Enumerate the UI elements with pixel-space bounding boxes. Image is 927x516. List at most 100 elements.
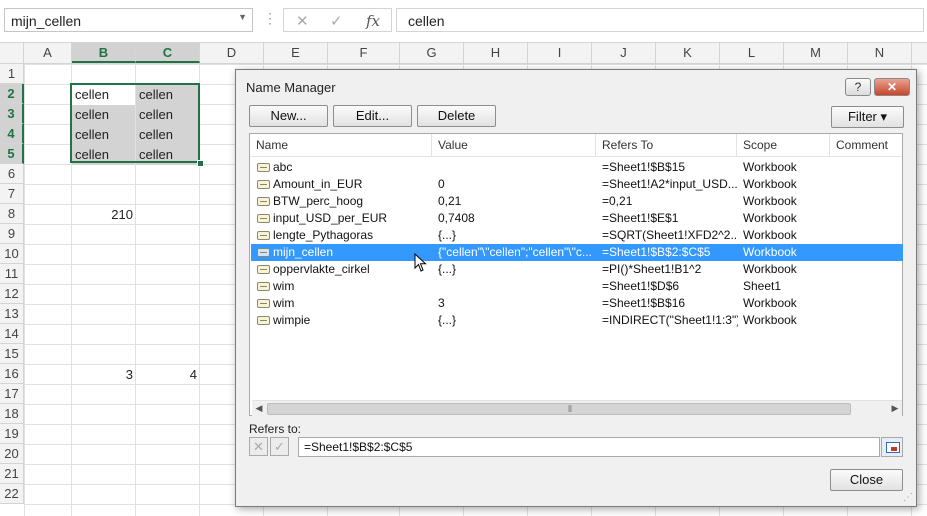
column-header-f[interactable]: F <box>328 43 400 63</box>
select-all-corner[interactable] <box>0 43 24 63</box>
column-header-a[interactable]: A <box>24 43 72 63</box>
column-header-d[interactable]: D <box>200 43 264 63</box>
column-header-b[interactable]: B <box>72 43 136 63</box>
row-value: {"cellen"\"cellen";"cellen"\"c... <box>438 245 592 259</box>
column-header-k[interactable]: K <box>656 43 720 63</box>
row-header-13[interactable]: 13 <box>0 304 24 324</box>
row-header-15[interactable]: 15 <box>0 344 24 364</box>
row-header-12[interactable]: 12 <box>0 284 24 304</box>
list-item[interactable]: input_USD_per_EUR 0,7408 =Sheet1!$E$1 Wo… <box>251 210 903 227</box>
column-header-l[interactable]: L <box>720 43 784 63</box>
vertical-dots-icon[interactable]: ⋮ <box>263 10 277 27</box>
column-header-scope[interactable]: Scope <box>737 134 830 156</box>
horizontal-scrollbar[interactable]: ◀ ⦀ ▶ <box>252 400 902 416</box>
row-name: wim <box>273 296 295 310</box>
column-header-n[interactable]: N <box>848 43 912 63</box>
column-header-g[interactable]: G <box>400 43 464 63</box>
new-button[interactable]: New... <box>249 105 328 127</box>
formula-input[interactable]: cellen <box>396 8 924 32</box>
row-refers-to: =SQRT(Sheet1!XFD2^2... <box>602 228 738 242</box>
column-headers: A B C D E F G H I J K L M N <box>0 43 927 64</box>
names-list[interactable]: Name Value Refers To Scope Comment abc =… <box>249 133 903 416</box>
list-item[interactable]: oppervlakte_cirkel {...} =PI()*Sheet1!B1… <box>251 261 903 278</box>
scroll-left-icon[interactable]: ◀ <box>252 401 266 416</box>
row-name: BTW_perc_hoog <box>273 194 364 208</box>
row-header-9[interactable]: 9 <box>0 224 24 244</box>
row-value: {...} <box>438 313 457 327</box>
list-item[interactable]: abc =Sheet1!$B$15 Workbook <box>251 159 903 176</box>
row-refers-to: =Sheet1!$B$15 <box>602 160 686 174</box>
row-header-10[interactable]: 10 <box>0 244 24 264</box>
row-name: wimpie <box>273 313 311 327</box>
delete-button[interactable]: Delete <box>417 105 496 127</box>
confirm-edit-icon[interactable]: ✓ <box>270 437 289 456</box>
cell-b16[interactable]: 3 <box>72 365 136 385</box>
row-header-19[interactable]: 19 <box>0 424 24 444</box>
row-scope: Workbook <box>743 313 797 327</box>
row-header-16[interactable]: 16 <box>0 364 24 384</box>
cancel-icon[interactable]: ✕ <box>296 12 309 30</box>
row-header-7[interactable]: 7 <box>0 184 24 204</box>
column-header-value[interactable]: Value <box>432 134 596 156</box>
row-header-3[interactable]: 3 <box>0 104 24 124</box>
row-header-21[interactable]: 21 <box>0 464 24 484</box>
row-header-2[interactable]: 2 <box>0 84 24 104</box>
insert-function-icon[interactable]: fx <box>366 12 380 30</box>
row-value <box>438 278 596 295</box>
row-scope: Sheet1 <box>743 279 782 293</box>
name-box-value: mijn_cellen <box>11 13 82 29</box>
row-header-4[interactable]: 4 <box>0 124 24 144</box>
list-item[interactable]: wimpie {...} =INDIRECT("Sheet1!1:3") Wor… <box>251 312 903 329</box>
name-box[interactable]: mijn_cellen ▼ <box>4 8 253 32</box>
column-header-name[interactable]: Name <box>250 134 432 156</box>
filter-button[interactable]: Filter ▾ <box>831 106 904 128</box>
column-header-m[interactable]: M <box>784 43 848 63</box>
cell-b8[interactable]: 210 <box>72 205 136 225</box>
refers-to-input[interactable]: =Sheet1!$B$2:$C$5 <box>298 437 880 457</box>
cell-c16[interactable]: 4 <box>136 365 200 385</box>
row-header-1[interactable]: 1 <box>0 64 24 84</box>
column-header-c[interactable]: C <box>136 43 200 63</box>
fill-handle[interactable] <box>197 160 204 167</box>
edit-button[interactable]: Edit... <box>333 105 412 127</box>
list-item[interactable]: Amount_in_EUR 0 =Sheet1!A2*input_USD... … <box>251 176 903 193</box>
column-header-i[interactable]: I <box>528 43 592 63</box>
row-refers-to: =Sheet1!$B$16 <box>602 296 686 310</box>
list-item-selected[interactable]: mijn_cellen {"cellen"\"cellen";"cellen"\… <box>251 244 903 261</box>
column-header-refers-to[interactable]: Refers To <box>596 134 737 156</box>
row-header-8[interactable]: 8 <box>0 204 24 224</box>
help-button[interactable]: ? <box>845 78 871 96</box>
scrollbar-thumb[interactable]: ⦀ <box>267 403 851 415</box>
row-header-6[interactable]: 6 <box>0 164 24 184</box>
column-header-h[interactable]: H <box>464 43 528 63</box>
row-header-14[interactable]: 14 <box>0 324 24 344</box>
row-name: mijn_cellen <box>273 245 334 259</box>
row-name: wim <box>273 279 295 293</box>
close-icon[interactable]: ✕ <box>874 78 910 96</box>
list-item[interactable]: wim =Sheet1!$D$6 Sheet1 <box>251 278 903 295</box>
list-item[interactable]: wim 3 =Sheet1!$B$16 Workbook <box>251 295 903 312</box>
collapse-dialog-icon[interactable] <box>881 437 903 457</box>
enter-icon[interactable]: ✓ <box>330 12 343 30</box>
chevron-down-icon[interactable]: ▼ <box>238 12 247 22</box>
scroll-right-icon[interactable]: ▶ <box>888 401 902 416</box>
column-header-comment[interactable]: Comment <box>830 134 902 156</box>
resize-grip-icon[interactable]: ⋰ <box>903 493 913 503</box>
row-header-11[interactable]: 11 <box>0 264 24 284</box>
row-header-17[interactable]: 17 <box>0 384 24 404</box>
selection-border <box>70 83 200 163</box>
column-header-e[interactable]: E <box>264 43 328 63</box>
name-icon <box>257 180 270 189</box>
row-header-5[interactable]: 5 <box>0 144 24 164</box>
list-item[interactable]: BTW_perc_hoog 0,21 =0,21 Workbook <box>251 193 903 210</box>
close-button[interactable]: Close <box>830 469 903 491</box>
list-item[interactable]: lengte_Pythagoras {...} =SQRT(Sheet1!XFD… <box>251 227 903 244</box>
row-header-22[interactable]: 22 <box>0 484 24 504</box>
row-header-20[interactable]: 20 <box>0 444 24 464</box>
row-header-18[interactable]: 18 <box>0 404 24 424</box>
column-header-j[interactable]: J <box>592 43 656 63</box>
dialog-title: Name Manager <box>246 80 336 95</box>
cancel-edit-icon[interactable]: ✕ <box>249 437 268 456</box>
row-refers-to: =Sheet1!$D$6 <box>602 279 680 293</box>
row-value: 0,21 <box>438 194 462 208</box>
